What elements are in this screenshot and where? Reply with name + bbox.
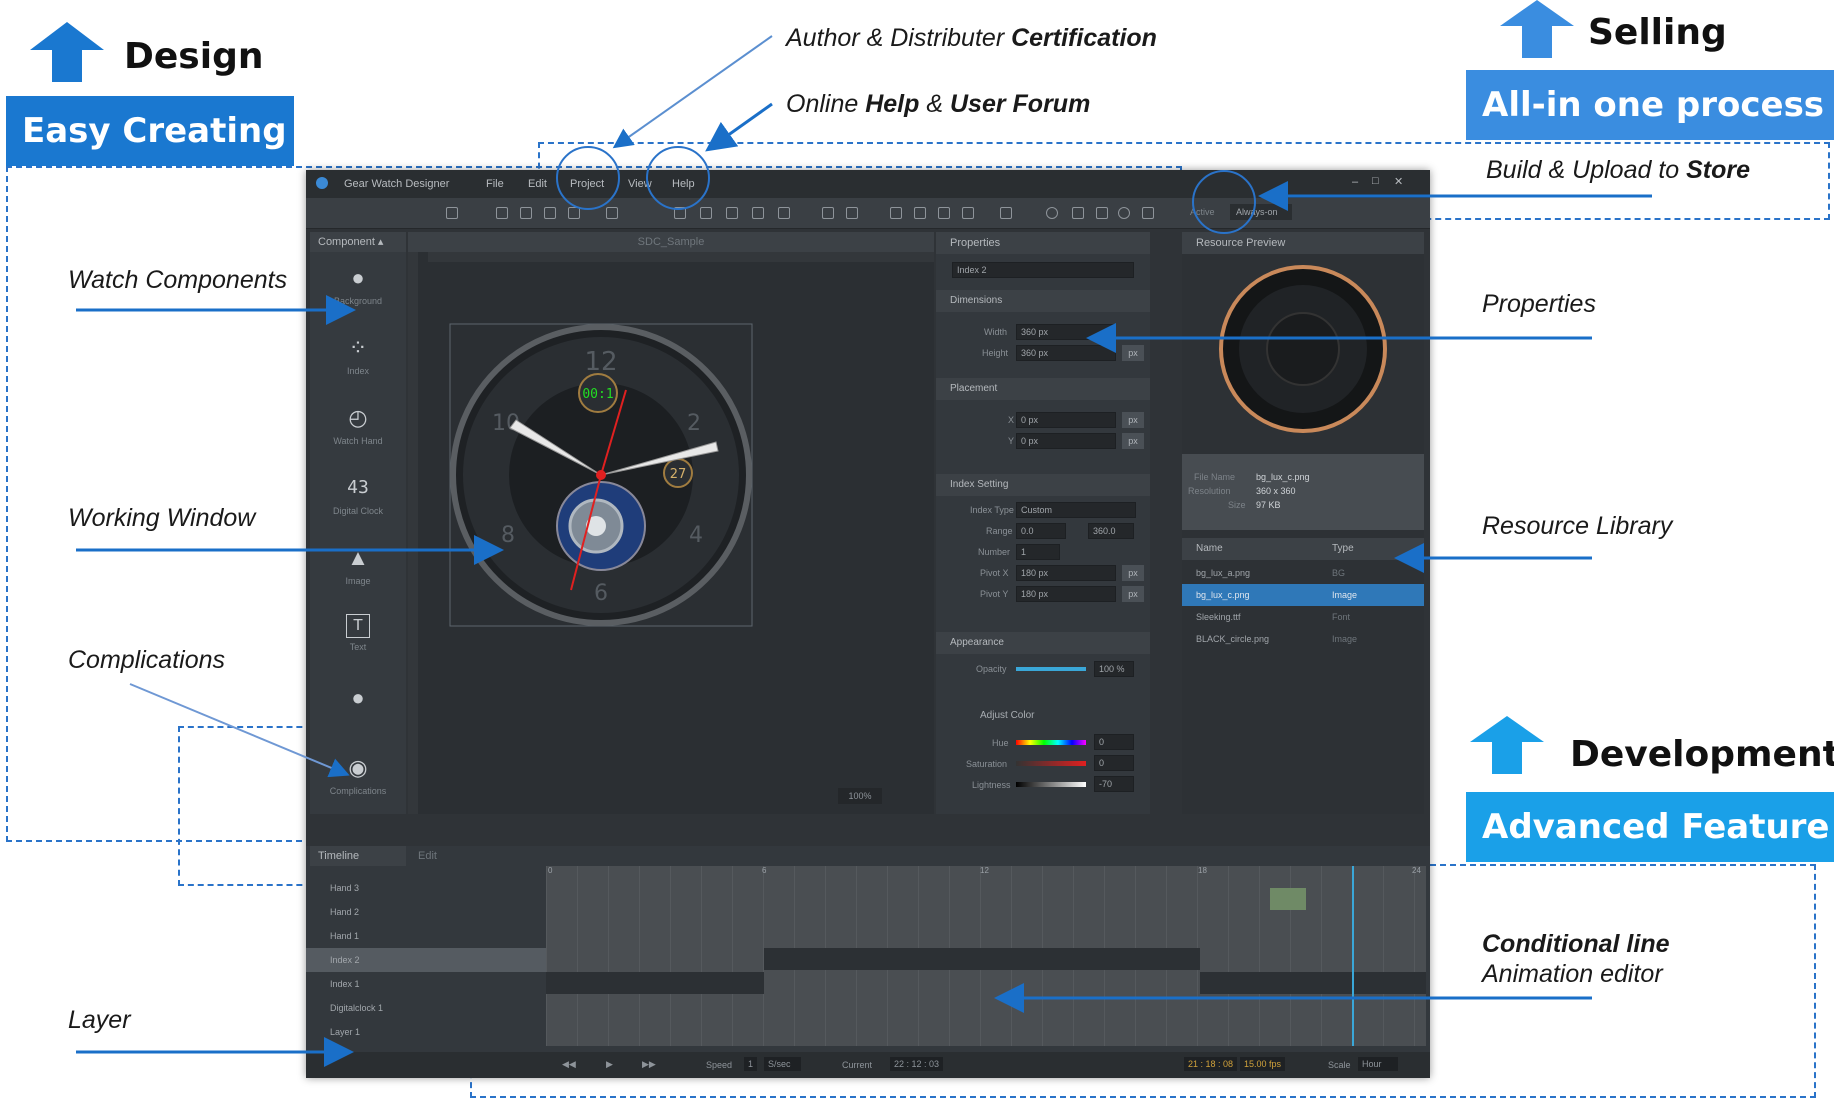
callout-arrows: [76, 35, 1652, 1067]
